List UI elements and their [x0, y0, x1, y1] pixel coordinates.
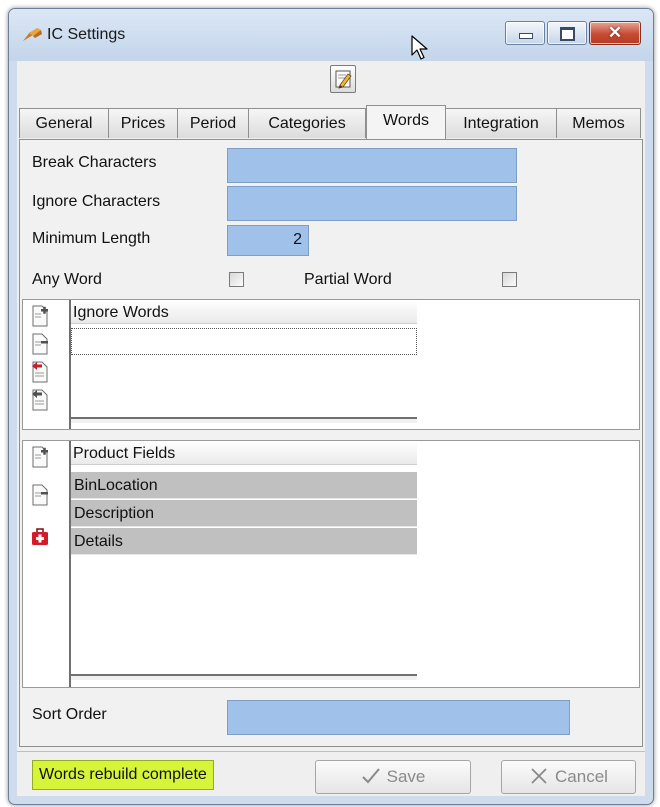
tab-general[interactable]: General [19, 108, 109, 138]
client-area: General Prices Period Categories Words I… [17, 61, 645, 796]
tab-strip: General Prices Period Categories Words I… [19, 105, 643, 139]
partial-word-label: Partial Word [304, 271, 392, 288]
window-title: IC Settings [47, 26, 126, 43]
break-characters-label: Break Characters [32, 154, 157, 171]
sort-order-label: Sort Order [32, 706, 107, 723]
add-row-icon[interactable] [31, 305, 49, 327]
minimize-button[interactable] [505, 21, 545, 45]
partial-word-checkbox[interactable] [502, 272, 517, 287]
app-icon [23, 28, 42, 41]
mouse-pointer-icon [411, 35, 428, 60]
tab-integration[interactable]: Integration [445, 108, 557, 138]
product-fields-panel: Product Fields BinLocation Description D… [22, 440, 640, 688]
ignore-characters-label: Ignore Characters [32, 193, 161, 210]
save-button[interactable]: Save [315, 760, 471, 794]
product-field-row[interactable]: BinLocation [71, 472, 417, 499]
maximize-button[interactable] [547, 21, 587, 45]
settings-window: IC Settings ✕ General Prices Period Cate… [8, 8, 654, 805]
checkmark-icon [361, 768, 380, 784]
cancel-label: Cancel [555, 767, 608, 786]
minimize-icon [519, 33, 533, 39]
ignore-words-panel: Ignore Words [22, 299, 640, 430]
any-word-checkbox[interactable] [229, 272, 244, 287]
first-aid-kit-icon[interactable] [31, 526, 49, 548]
ignore-words-grid-bottom [71, 417, 417, 423]
minimum-length-field[interactable]: 2 [227, 225, 309, 256]
export-icon[interactable] [31, 389, 49, 411]
ignore-words-grid[interactable]: Ignore Words [69, 300, 417, 429]
tab-prices[interactable]: Prices [108, 108, 178, 138]
tab-words[interactable]: Words [366, 105, 446, 139]
sort-order-field[interactable] [227, 700, 570, 735]
product-field-row[interactable]: Details [71, 528, 417, 555]
close-icon: ✕ [607, 23, 623, 42]
status-message: Words rebuild complete [32, 760, 214, 790]
product-fields-header: Product Fields [71, 441, 417, 465]
title-bar[interactable]: IC Settings ✕ [9, 9, 653, 61]
tab-memos[interactable]: Memos [556, 108, 641, 138]
tab-period[interactable]: Period [177, 108, 249, 138]
edit-icon [335, 70, 352, 89]
product-fields-grid[interactable]: Product Fields BinLocation Description D… [69, 441, 417, 687]
break-characters-field[interactable] [227, 148, 517, 183]
product-field-row[interactable]: Description [71, 500, 417, 527]
product-fields-grid-bottom [71, 674, 417, 680]
cancel-button[interactable]: Cancel [501, 760, 636, 794]
words-tab-page: Break Characters Ignore Characters Minim… [19, 139, 643, 747]
tab-categories[interactable]: Categories [248, 108, 366, 138]
toolbar [17, 61, 645, 101]
ignore-words-header: Ignore Words [71, 300, 417, 324]
minimum-length-label: Minimum Length [32, 230, 151, 247]
import-icon[interactable] [31, 361, 49, 383]
add-field-icon[interactable] [31, 446, 49, 468]
remove-row-icon[interactable] [31, 333, 49, 355]
close-button[interactable]: ✕ [589, 21, 641, 45]
edit-button[interactable] [330, 65, 356, 93]
any-word-label: Any Word [32, 271, 102, 288]
save-label: Save [386, 767, 426, 786]
ignore-characters-field[interactable] [227, 186, 517, 221]
ignore-words-new-row[interactable] [71, 328, 417, 355]
maximize-icon [560, 27, 575, 41]
x-icon [531, 768, 547, 784]
remove-field-icon[interactable] [31, 484, 49, 506]
status-bar: Words rebuild complete Save Cancel [17, 751, 645, 797]
